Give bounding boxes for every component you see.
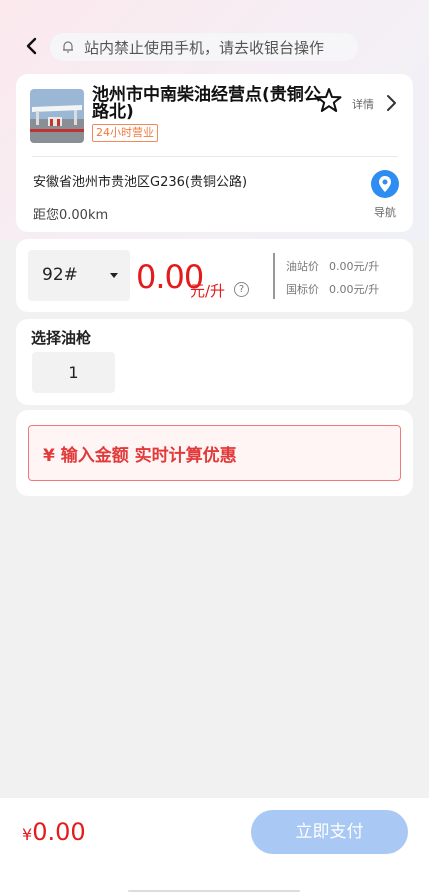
home-indicator: [128, 890, 300, 892]
fuel-type-value: 92#: [42, 265, 78, 285]
bell-icon: [63, 41, 73, 53]
total-value: 0.00: [32, 818, 86, 846]
total-amount: ¥0.00: [22, 818, 86, 846]
station-price-label: 油站价: [286, 260, 319, 273]
navigate-label: 导航: [374, 206, 396, 219]
help-icon[interactable]: ?: [234, 282, 249, 297]
navigate-button[interactable]: 导航: [368, 170, 402, 222]
station-name: 池州市中南柴油经营点(贵铜公路北): [92, 85, 321, 122]
divider: [32, 156, 398, 157]
amount-input[interactable]: ¥ 输入金额 实时计算优惠: [28, 425, 401, 481]
national-price-value: 0.00元/升: [329, 283, 380, 296]
pay-button[interactable]: 立即支付: [251, 810, 408, 854]
national-price-label: 国标价: [286, 283, 319, 296]
station-card: 池州市中南柴油经营点(贵铜公路北) 24小时营业 详情 安徽省池州市贵池区G23…: [16, 74, 413, 232]
chevron-right-icon[interactable]: [384, 94, 398, 112]
divider: [273, 253, 275, 299]
gun-card: 选择油枪 1: [16, 319, 413, 405]
bottom-bar: ¥0.00 立即支付: [0, 798, 429, 894]
price-unit: 元/升: [190, 282, 226, 300]
station-address: 安徽省池州市贵池区G236(贵铜公路): [33, 175, 248, 190]
detail-link[interactable]: 详情: [352, 96, 374, 112]
amount-card: ¥ 输入金额 实时计算优惠: [16, 410, 413, 496]
notice-text: 站内禁止使用手机，请去收银台操作: [84, 38, 325, 57]
back-button[interactable]: [18, 32, 46, 60]
price-card: 92# 0.00 元/升 ? 油站价 0.00元/升 国标价 0.00元/升: [16, 239, 413, 312]
caret-down-icon: [110, 273, 118, 278]
notice-banner: 站内禁止使用手机，请去收银台操作: [50, 33, 358, 61]
hours-badge: 24小时营业: [92, 124, 158, 142]
fuel-type-select[interactable]: 92#: [28, 250, 130, 301]
station-price-value: 0.00元/升: [329, 260, 380, 273]
station-distance: 距您0.00km: [33, 208, 109, 223]
station-price: 油站价 0.00元/升: [286, 258, 379, 274]
favorite-button[interactable]: [315, 86, 343, 114]
currency-symbol: ¥: [22, 825, 33, 844]
location-pin-icon: [371, 170, 399, 198]
chevron-left-icon: [26, 37, 37, 55]
gun-title: 选择油枪: [31, 329, 92, 347]
national-price: 国标价 0.00元/升: [286, 281, 379, 297]
header: 站内禁止使用手机，请去收银台操作: [0, 30, 429, 64]
gun-option[interactable]: 1: [32, 352, 115, 393]
star-icon: [316, 88, 342, 112]
station-photo: [30, 89, 84, 143]
